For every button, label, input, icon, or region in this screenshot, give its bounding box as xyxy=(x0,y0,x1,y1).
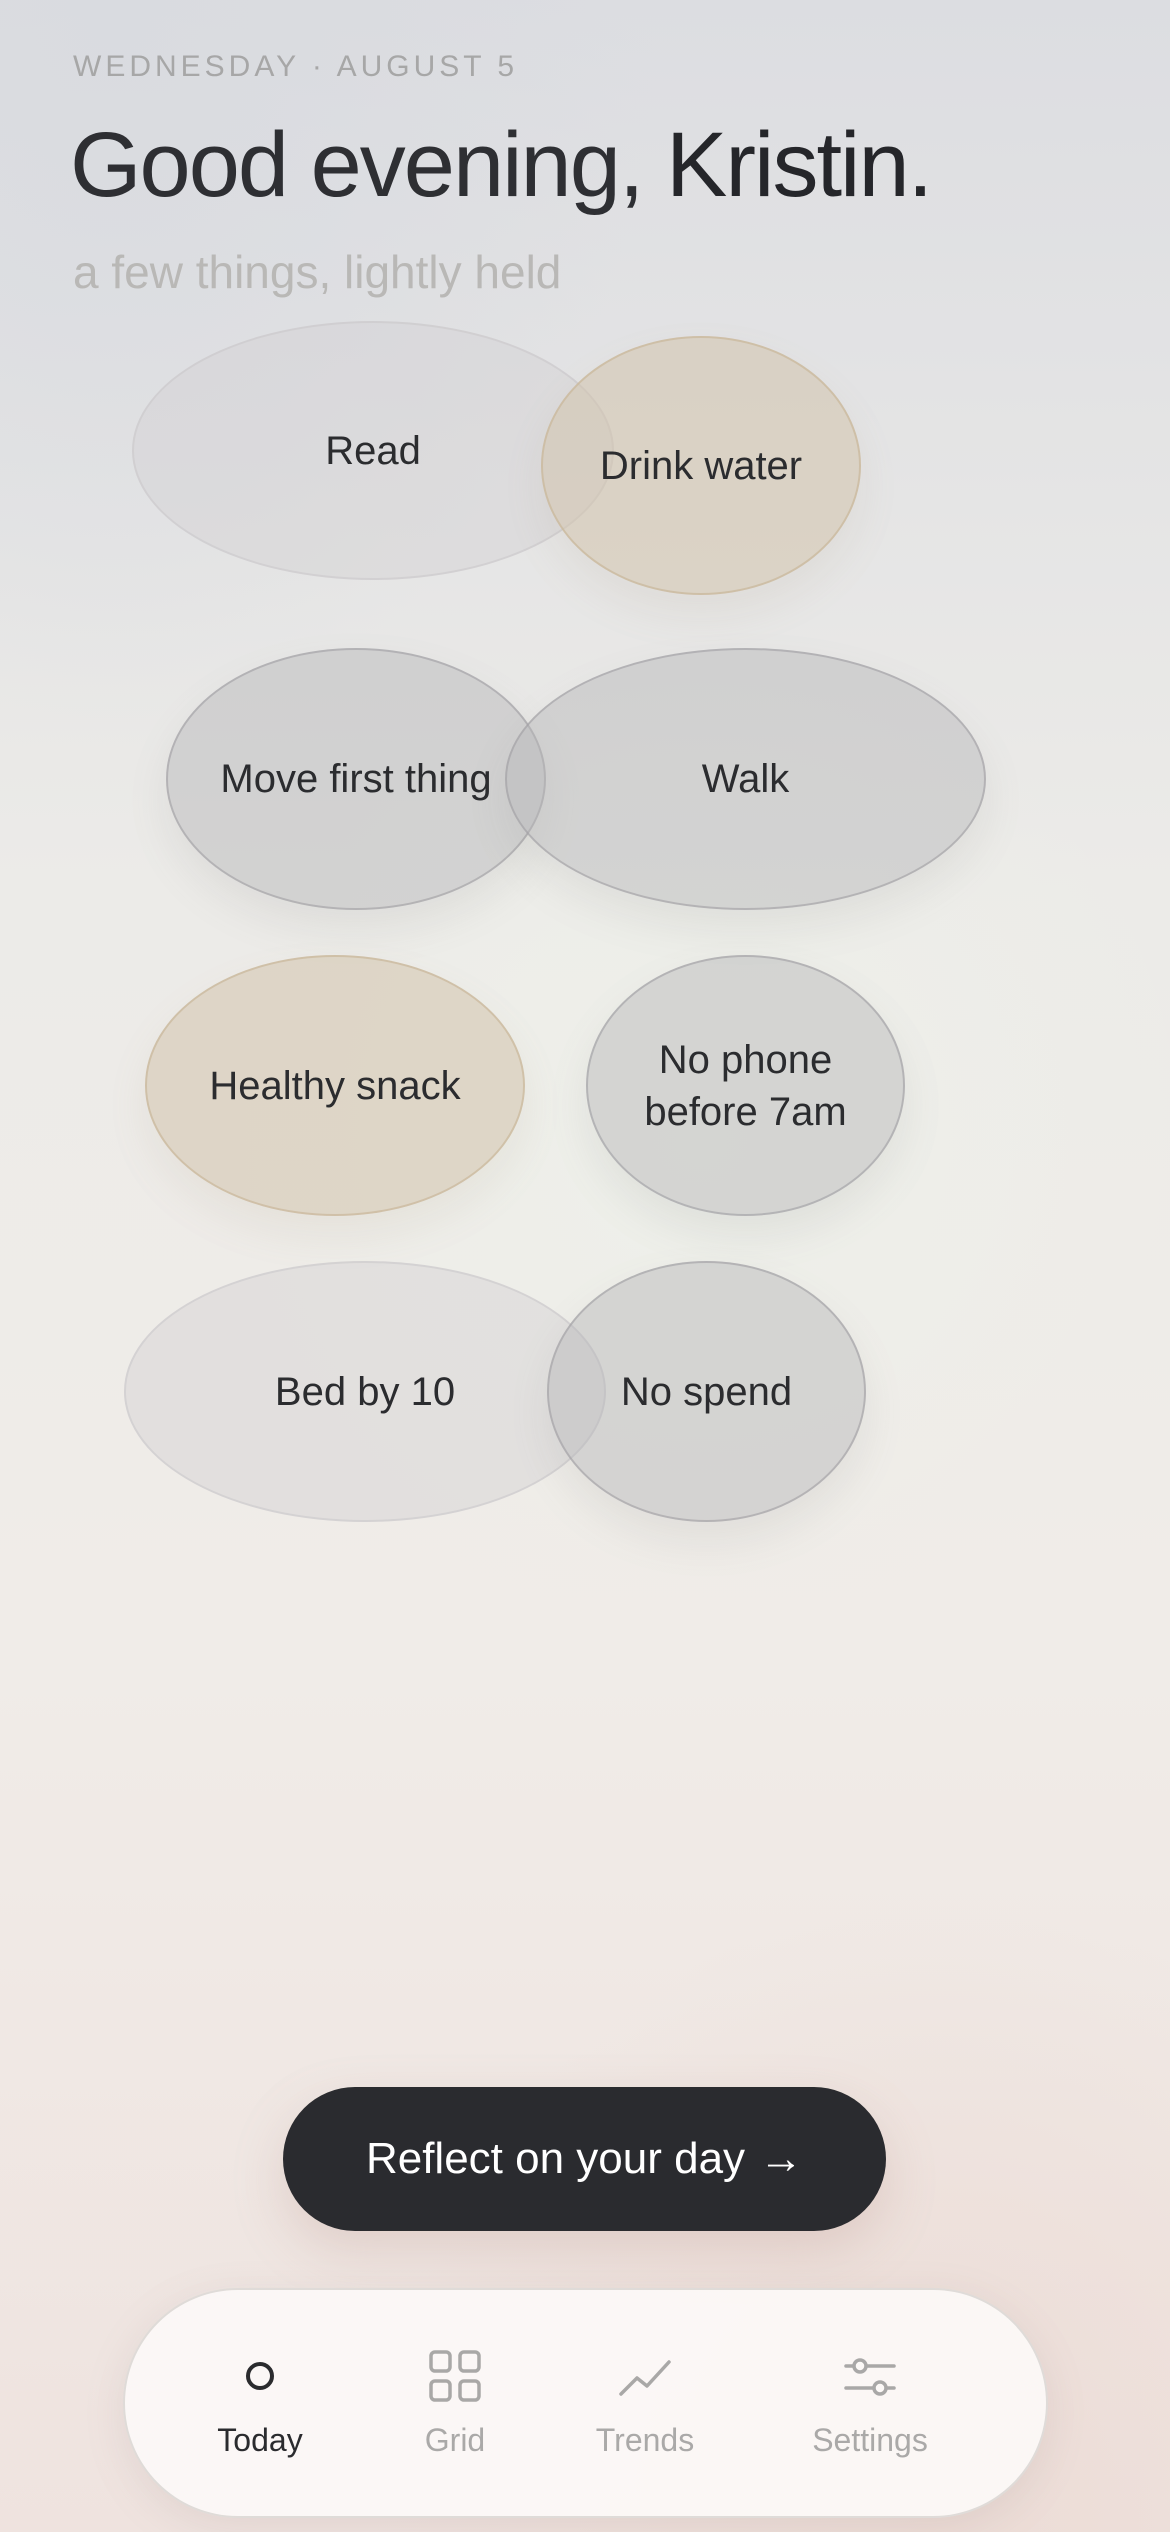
tab-label: Settings xyxy=(812,2421,928,2458)
tab-today[interactable]: Today xyxy=(185,2290,335,2516)
habit-label: Drink water xyxy=(599,443,803,488)
tab-settings[interactable]: Settings xyxy=(790,2290,950,2516)
greeting-text: Good evening, xyxy=(70,114,644,216)
subtitle: a few things, lightly held xyxy=(73,246,562,298)
habit-label: Read xyxy=(325,428,421,473)
habit-label: Bed by 10 xyxy=(274,1369,456,1414)
habit-label: Move first thing xyxy=(220,757,492,801)
tab-bar: Today Grid Trends Settings xyxy=(123,2288,1048,2518)
circle-icon xyxy=(232,2348,288,2404)
sliders-icon xyxy=(842,2348,898,2404)
tab-label: Trends xyxy=(595,2421,695,2458)
tab-grid[interactable]: Grid xyxy=(390,2290,520,2516)
tab-label: Grid xyxy=(424,2421,486,2458)
habit-bubble-healthy-snack[interactable]: Healthy snack xyxy=(145,955,525,1216)
habit-bubble-drink-water[interactable]: Drink water xyxy=(541,336,861,595)
date-line: WEDNESDAY · AUGUST 5 xyxy=(73,50,519,83)
user-name: Kristin. xyxy=(666,114,933,216)
page-title: Good evening, Kristin. xyxy=(70,114,933,216)
habit-bubble-bed-by-10[interactable]: Bed by 10 xyxy=(124,1261,606,1522)
habit-bubble-no-phone[interactable]: No phone before 7am xyxy=(586,955,905,1216)
grid-icon xyxy=(427,2348,483,2404)
trend-line-icon xyxy=(617,2348,673,2404)
habit-label: No phone before 7am xyxy=(644,1037,847,1134)
habit-label: Walk xyxy=(701,757,790,801)
tab-label: Today xyxy=(217,2421,303,2458)
habit-bubble-move-first-thing[interactable]: Move first thing xyxy=(166,648,546,910)
habit-bubble-walk[interactable]: Walk xyxy=(505,648,986,910)
habit-label: Healthy snack xyxy=(209,1063,461,1108)
reflect-button[interactable]: Reflect on your day → xyxy=(283,2087,886,2231)
tab-trends[interactable]: Trends xyxy=(575,2290,715,2516)
reflect-button-label: Reflect on your day xyxy=(365,2134,746,2183)
habit-bubble-no-spend[interactable]: No spend xyxy=(547,1261,866,1522)
habit-label: No spend xyxy=(620,1369,793,1414)
arrow-right-icon: → xyxy=(759,2134,804,2183)
